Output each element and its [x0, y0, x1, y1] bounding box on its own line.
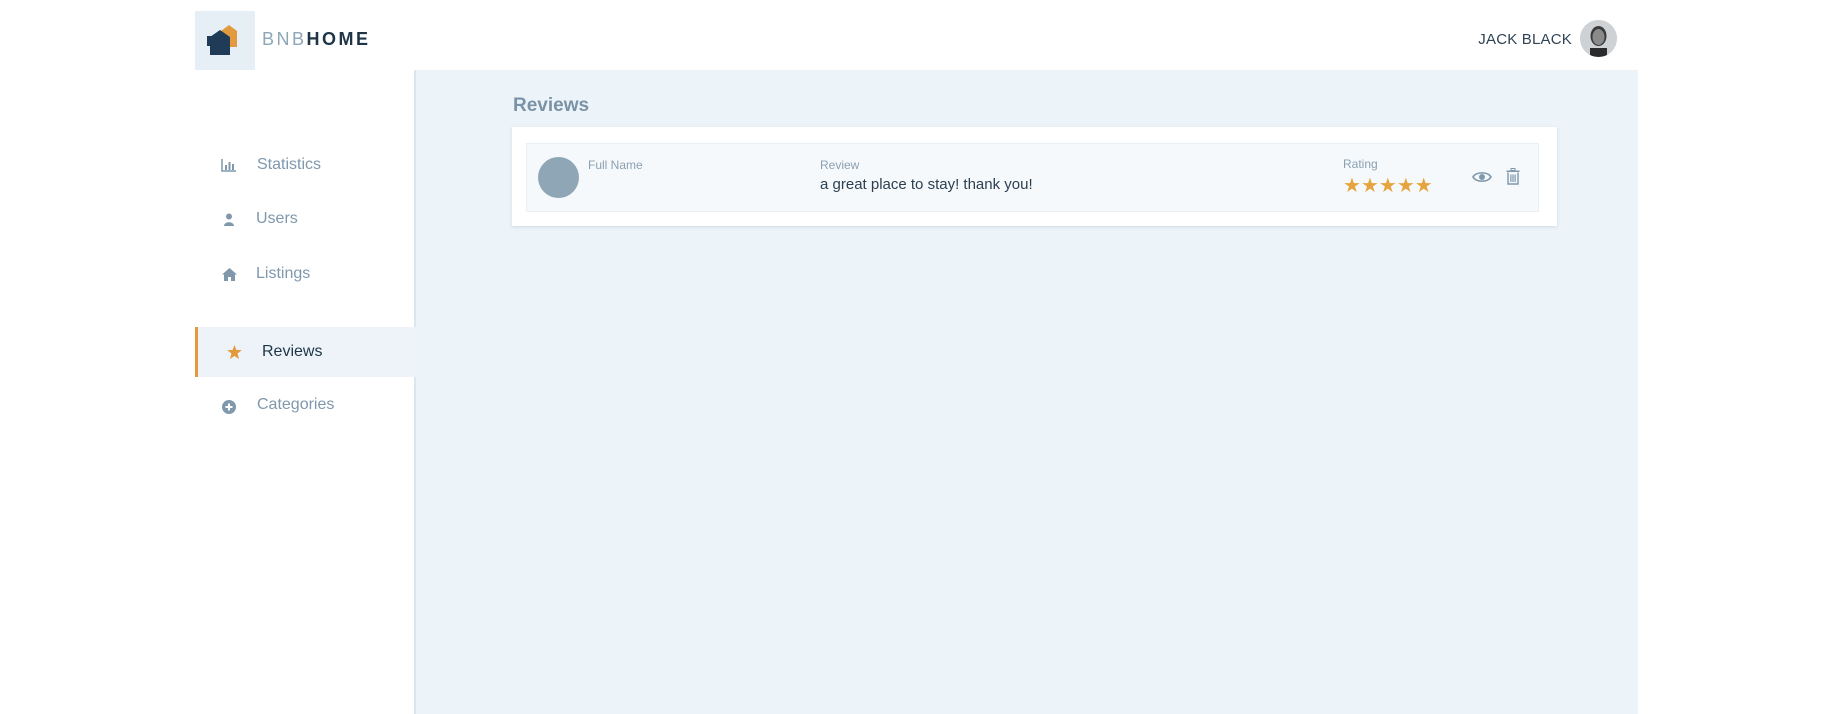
sidebar-item-reviews[interactable]: Reviews	[195, 327, 416, 377]
star-icon	[226, 344, 242, 360]
bar-chart-icon	[221, 157, 237, 173]
sidebar-item-label: Listings	[256, 265, 311, 282]
trash-icon	[1506, 167, 1520, 185]
user-name[interactable]: JACK BLACK	[1478, 31, 1572, 48]
view-review-button[interactable]	[1472, 169, 1492, 185]
logo-text-light: BNB	[262, 29, 307, 49]
user-icon	[221, 211, 237, 227]
home-icon	[221, 266, 237, 282]
logo-house-icon	[207, 24, 237, 55]
star-icon: ★	[1360, 173, 1379, 197]
sidebar-item-label: Categories	[257, 396, 335, 413]
page-title: Reviews	[513, 95, 590, 116]
sidebar-item-label: Users	[256, 210, 298, 227]
full-name-label: Full Name	[588, 158, 643, 172]
plus-circle-icon	[221, 399, 237, 415]
user-avatar[interactable]	[1580, 20, 1617, 57]
sidebar-item-label: Reviews	[262, 343, 323, 360]
sidebar: Statistics Users Listings Reviews Catego…	[195, 70, 416, 714]
review-text: a great place to stay! thank you!	[820, 176, 1033, 193]
logo-text-bold: HOME	[306, 29, 371, 49]
star-icon: ★	[1378, 173, 1397, 197]
sidebar-item-listings[interactable]: Listings	[195, 249, 416, 299]
review-row: Full Name Review a great place to stay! …	[526, 143, 1539, 212]
sidebar-item-categories[interactable]: Categories	[195, 380, 416, 430]
star-icon: ★	[1396, 173, 1415, 197]
rating-stars: ★ ★ ★ ★ ★	[1343, 173, 1433, 197]
star-icon: ★	[1414, 173, 1433, 197]
logo[interactable]	[195, 11, 255, 70]
sidebar-item-statistics[interactable]: Statistics	[195, 140, 416, 190]
main-content: Reviews Full Name Review a great place t…	[416, 70, 1638, 714]
star-icon: ★	[1343, 173, 1361, 197]
eye-icon	[1472, 172, 1492, 182]
top-header: BNBHOME JACK BLACK	[0, 0, 1830, 70]
reviewer-avatar	[538, 157, 579, 198]
review-label: Review	[820, 158, 860, 172]
reviews-card: Full Name Review a great place to stay! …	[512, 127, 1557, 226]
sidebar-item-users[interactable]: Users	[195, 194, 416, 244]
rating-label: Rating	[1343, 157, 1378, 171]
sidebar-item-label: Statistics	[257, 156, 322, 173]
logo-text: BNBHOME	[262, 29, 371, 50]
delete-review-button[interactable]	[1505, 167, 1521, 185]
